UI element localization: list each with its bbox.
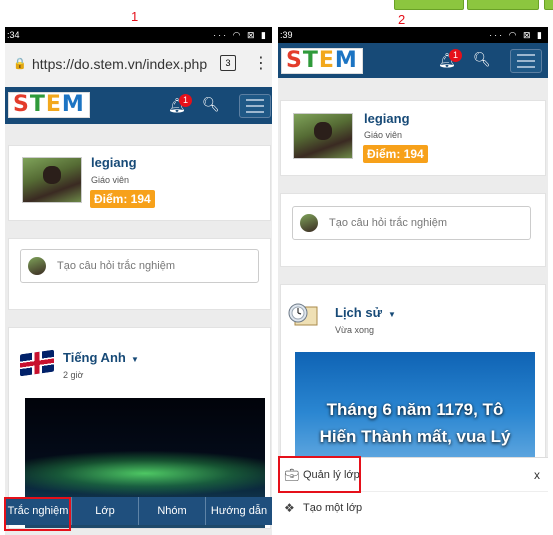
post-time: 2 giờ [63, 370, 84, 380]
highlight-box [4, 497, 71, 531]
status-icons: ··· ◠ ⊠ ▮ [213, 30, 268, 40]
create-class-label: Tạo một lớp [303, 502, 363, 514]
profile-card: legiang Giáo viên Điểm: 194 [8, 145, 271, 221]
mini-avatar [28, 257, 46, 275]
post-time: Vừa xong [335, 325, 375, 335]
cropped-green-button[interactable] [544, 0, 553, 10]
tab-huong-dan[interactable]: Hướng dẫn [205, 497, 272, 525]
step-number-2: 2 [398, 12, 406, 27]
highlight-box [278, 456, 361, 493]
cropped-green-button[interactable] [467, 0, 539, 10]
site-header: STEM 🔔︎ 1 🔍︎ [5, 87, 272, 124]
phone-screen-1: :34 ··· ◠ ⊠ ▮ 🔒 https://do.stem.vn/index… [5, 27, 272, 535]
username[interactable]: legiang [364, 111, 410, 126]
create-question-card: Tạo câu hỏi trắc nghiệm [280, 193, 546, 267]
browser-bar: 🔒 https://do.stem.vn/index.php 3 ⋮ [5, 43, 272, 88]
status-icons: ··· ◠ ⊠ ▮ [489, 30, 544, 40]
question-placeholder: Tạo câu hỏi trắc nghiệm [57, 260, 176, 272]
notification-badge: 1 [179, 94, 192, 107]
browser-menu-icon[interactable]: ⋮ [253, 53, 269, 73]
stem-logo[interactable]: STEM [8, 92, 90, 118]
points-badge: Điểm: 194 [363, 145, 428, 163]
search-icon[interactable]: 🔍︎ [202, 96, 220, 113]
image-caption-line-1: Tháng 6 năm 1179, Tô [326, 400, 504, 419]
user-role: Giáo viên [364, 130, 403, 140]
history-scroll-icon [288, 303, 318, 326]
lock-icon: 🔒 [13, 58, 27, 70]
post-subject[interactable]: Tiếng Anh [63, 350, 126, 365]
chevron-down-icon[interactable]: ▼ [388, 310, 396, 319]
profile-avatar[interactable] [22, 157, 82, 203]
create-question-card: Tạo câu hỏi trắc nghiệm [8, 238, 271, 310]
url-field[interactable]: https://do.stem.vn/index.php [32, 56, 207, 72]
status-bar: :34 ··· ◠ ⊠ ▮ [5, 27, 272, 43]
phone-screen-2: :39 ··· ◠ ⊠ ▮ STEM 🔔︎ 1 🔍︎ legiang Giáo … [278, 27, 548, 521]
status-time: :39 [280, 30, 293, 40]
tab-nhom[interactable]: Nhóm [138, 497, 205, 525]
image-caption-line-2: Hiến Thành mất, vua Lý [319, 427, 511, 446]
chevron-down-icon[interactable]: ▼ [131, 355, 139, 364]
search-icon[interactable]: 🔍︎ [473, 51, 491, 68]
user-role: Giáo viên [91, 175, 130, 185]
hamburger-menu-icon[interactable] [510, 49, 542, 73]
create-question-input[interactable]: Tạo câu hỏi trắc nghiệm [292, 206, 531, 240]
profile-card: legiang Giáo viên Điểm: 194 [280, 100, 546, 176]
tab-lop[interactable]: Lớp [71, 497, 138, 525]
uk-flag-icon [20, 349, 54, 377]
dropbox-icon: ❖ [284, 501, 295, 515]
create-question-input[interactable]: Tạo câu hỏi trắc nghiệm [20, 249, 259, 283]
status-bar: :39 ··· ◠ ⊠ ▮ [278, 27, 548, 43]
question-placeholder: Tạo câu hỏi trắc nghiệm [329, 217, 448, 229]
points-badge: Điểm: 194 [90, 190, 155, 208]
stem-logo[interactable]: STEM [281, 48, 363, 74]
username[interactable]: legiang [91, 155, 137, 170]
status-time: :34 [7, 30, 20, 40]
hamburger-menu-icon[interactable] [239, 94, 271, 118]
cropped-green-button[interactable] [394, 0, 464, 10]
site-header: STEM 🔔︎ 1 🔍︎ [278, 43, 548, 78]
post-subject[interactable]: Lịch sử [335, 305, 382, 320]
step-number-1: 1 [131, 9, 139, 24]
close-icon[interactable]: x [534, 468, 540, 482]
tabs-count-button[interactable]: 3 [220, 55, 236, 71]
create-class-item[interactable]: ❖ Tạo một lớp [278, 493, 548, 521]
profile-avatar[interactable] [293, 113, 353, 159]
notification-badge: 1 [449, 49, 462, 62]
mini-avatar [300, 214, 318, 232]
